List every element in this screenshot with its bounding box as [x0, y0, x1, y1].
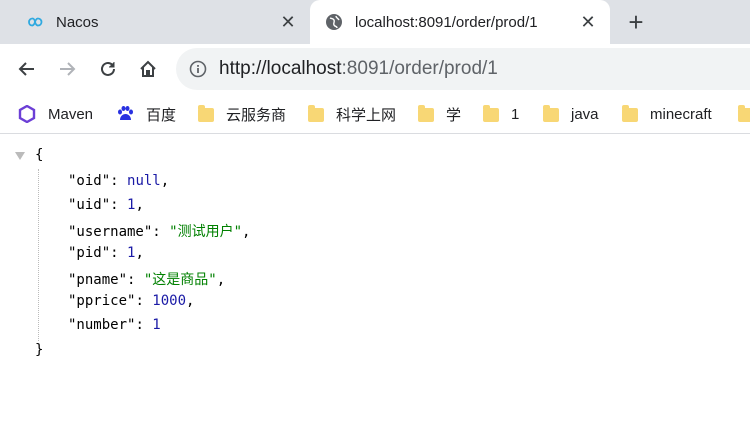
bookmark-label: 云服务商 — [226, 106, 287, 124]
json-comma: , — [242, 224, 251, 240]
json-comma: , — [216, 272, 226, 288]
folder-icon — [738, 105, 750, 122]
bookmark-overflow-folder[interactable] — [738, 94, 750, 134]
tab-strip: Nacos ✕ localhost:8091/order/prod/1 ✕ + — [0, 0, 750, 44]
json-value: 1 — [152, 317, 161, 333]
json-viewer: { "oid": null, "uid": 1, "username": "测试… — [0, 135, 750, 422]
arrow-left-icon — [18, 62, 34, 76]
bookmark-folder-science[interactable]: 科学上网 — [308, 94, 396, 134]
bookmark-folder-1[interactable]: 1 — [483, 94, 519, 134]
bookmark-baidu[interactable]: 百度 — [116, 94, 176, 134]
nacos-logo-icon — [24, 15, 44, 29]
folder-icon — [418, 105, 434, 122]
new-tab-button[interactable]: + — [622, 7, 650, 37]
indent-guide — [38, 169, 39, 341]
info-icon[interactable] — [189, 60, 207, 78]
json-separator: : — [110, 173, 128, 189]
bookmark-folder-minecraft[interactable]: minecraft — [622, 94, 712, 134]
json-value: 1000 — [152, 293, 187, 309]
forward-button[interactable] — [52, 54, 82, 84]
tab-nacos[interactable]: Nacos ✕ — [0, 0, 310, 44]
collapse-toggle-icon[interactable] — [15, 152, 25, 160]
maven-logo-icon — [18, 105, 36, 123]
json-comma: , — [186, 293, 195, 309]
bookmark-label: Maven — [48, 105, 94, 123]
json-entry: "username": "测试用户", — [68, 221, 250, 241]
json-key: "number" — [68, 317, 136, 333]
json-separator: : — [110, 197, 128, 213]
json-entry: "pid": 1, — [68, 245, 144, 261]
toolbar: http://localhost:8091/order/prod/1 — [0, 44, 750, 94]
folder-icon — [483, 105, 499, 122]
json-entry: "pprice": 1000, — [68, 293, 194, 309]
json-key: "pprice" — [68, 293, 136, 309]
back-button[interactable] — [12, 54, 42, 84]
url-host: http://localhost — [219, 58, 342, 79]
bookmark-label: 学 — [446, 106, 462, 124]
bookmarks-bar: Maven 百度 云服务商 科学上网 学 1 java minecraft — [0, 94, 750, 134]
bookmark-label: 1 — [511, 105, 520, 123]
close-icon[interactable]: ✕ — [578, 12, 598, 32]
url-text: http://localhost:8091/order/prod/1 — [219, 58, 498, 80]
bookmark-label: minecraft — [650, 105, 712, 123]
json-separator: : — [152, 224, 170, 240]
json-key: "username" — [68, 224, 153, 240]
json-key: "oid" — [68, 173, 111, 189]
json-value: "这是商品" — [143, 272, 217, 288]
close-brace: } — [35, 342, 44, 358]
folder-icon — [308, 105, 324, 122]
json-entry: "number": 1 — [68, 317, 161, 333]
bookmark-folder-cloud[interactable]: 云服务商 — [198, 94, 286, 134]
folder-icon — [543, 105, 559, 122]
tab-label: localhost:8091/order/prod/1 — [355, 13, 538, 31]
json-comma: , — [135, 245, 144, 261]
home-icon — [140, 60, 156, 77]
json-separator: : — [135, 293, 153, 309]
json-value: "测试用户" — [169, 224, 243, 240]
json-entry: "oid": null, — [68, 173, 169, 189]
json-key: "uid" — [68, 197, 111, 213]
json-entry: "pname": "这是商品", — [68, 269, 225, 289]
json-key: "pid" — [68, 245, 111, 261]
json-separator: : — [135, 317, 153, 333]
json-entry: "uid": 1, — [68, 197, 144, 213]
home-button[interactable] — [133, 54, 163, 84]
address-bar[interactable]: http://localhost:8091/order/prod/1 — [176, 48, 750, 90]
close-icon[interactable]: ✕ — [278, 12, 298, 32]
tab-label: Nacos — [56, 13, 99, 31]
reload-icon — [101, 61, 115, 76]
json-value: null — [127, 173, 161, 189]
bookmark-label: 百度 — [146, 106, 177, 124]
json-comma: , — [135, 197, 144, 213]
tab-active-page[interactable]: localhost:8091/order/prod/1 ✕ — [310, 0, 610, 44]
arrow-right-icon — [60, 62, 76, 76]
reload-button[interactable] — [93, 54, 123, 84]
json-separator: : — [127, 272, 144, 288]
folder-icon — [622, 105, 638, 122]
url-path: :8091/order/prod/1 — [341, 58, 498, 79]
json-separator: : — [110, 245, 128, 261]
bookmark-folder-study[interactable]: 学 — [418, 94, 461, 134]
globe-icon — [325, 13, 343, 31]
json-key: "pname" — [68, 272, 128, 288]
folder-icon — [198, 105, 214, 122]
bookmark-label: java — [571, 105, 599, 123]
baidu-paw-icon — [116, 105, 134, 123]
json-comma: , — [160, 173, 170, 189]
bookmark-folder-java[interactable]: java — [543, 94, 599, 134]
bookmark-maven[interactable]: Maven — [18, 94, 93, 134]
bookmark-label: 科学上网 — [336, 106, 397, 124]
open-brace: { — [35, 147, 44, 163]
